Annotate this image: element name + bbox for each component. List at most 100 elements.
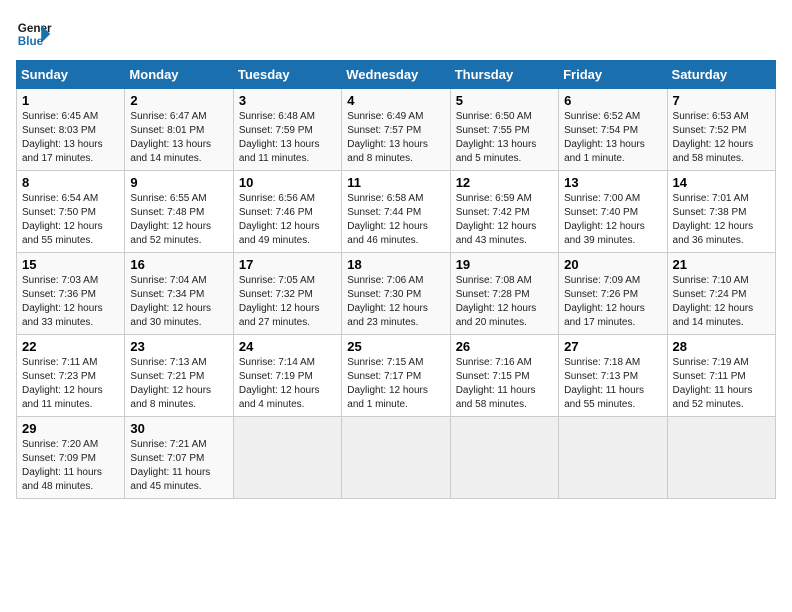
day-info: Sunrise: 7:01 AM Sunset: 7:38 PM Dayligh… (673, 192, 770, 248)
calendar-week-4: 22Sunrise: 7:11 AM Sunset: 7:23 PM Dayli… (17, 335, 776, 417)
calendar-cell: 26 Sunrise: 7:16 AM Sunset: 7:15 PM Dayli… (450, 335, 558, 417)
calendar-week-5: 29 Sunrise: 7:20 AM Sunset: 7:09 PM Dayli… (17, 417, 776, 499)
day-number: 2 (130, 93, 227, 108)
header-friday: Friday (559, 61, 667, 89)
header-monday: Monday (125, 61, 233, 89)
day-number: 23 (130, 339, 227, 354)
header-sunday: Sunday (17, 61, 125, 89)
day-info: Sunrise: 7:20 AM Sunset: 7:09 PM Dayligh… (22, 438, 119, 494)
day-info: Sunrise: 6:56 AM Sunset: 7:46 PM Dayligh… (239, 192, 336, 248)
calendar-cell: 9 Sunrise: 6:55 AM Sunset: 7:48 PM Daylig… (125, 171, 233, 253)
day-info: Sunrise: 6:53 AM Sunset: 7:52 PM Dayligh… (673, 110, 770, 166)
day-number: 29 (22, 421, 119, 436)
calendar-cell: 12Sunrise: 6:59 AM Sunset: 7:42 PM Dayli… (450, 171, 558, 253)
calendar-cell: 20 Sunrise: 7:09 AM Sunset: 7:26 PM Dayli… (559, 253, 667, 335)
calendar-cell: 17Sunrise: 7:05 AM Sunset: 7:32 PM Dayli… (233, 253, 341, 335)
day-number: 8 (22, 175, 119, 190)
calendar-cell: 24 Sunrise: 7:14 AM Sunset: 7:19 PM Dayli… (233, 335, 341, 417)
day-info: Sunrise: 6:49 AM Sunset: 7:57 PM Dayligh… (347, 110, 444, 166)
day-number: 18 (347, 257, 444, 272)
day-info: Sunrise: 6:55 AM Sunset: 7:48 PM Dayligh… (130, 192, 227, 248)
calendar-cell: 15 Sunrise: 7:03 AM Sunset: 7:36 PM Dayli… (17, 253, 125, 335)
calendar-week-3: 15 Sunrise: 7:03 AM Sunset: 7:36 PM Dayli… (17, 253, 776, 335)
day-info: Sunrise: 6:50 AM Sunset: 7:55 PM Dayligh… (456, 110, 553, 166)
day-info: Sunrise: 7:03 AM Sunset: 7:36 PM Dayligh… (22, 274, 119, 330)
logo-icon: General Blue (16, 16, 52, 52)
calendar-cell: 28 Sunrise: 7:19 AM Sunset: 7:11 PM Dayli… (667, 335, 775, 417)
calendar-cell: 7 Sunrise: 6:53 AM Sunset: 7:52 PM Daylig… (667, 89, 775, 171)
header-thursday: Thursday (450, 61, 558, 89)
day-info: Sunrise: 7:06 AM Sunset: 7:30 PM Dayligh… (347, 274, 444, 330)
day-number: 20 (564, 257, 661, 272)
calendar-cell: 19 Sunrise: 7:08 AM Sunset: 7:28 PM Dayli… (450, 253, 558, 335)
header-saturday: Saturday (667, 61, 775, 89)
day-info: Sunrise: 6:47 AM Sunset: 8:01 PM Dayligh… (130, 110, 227, 166)
day-number: 27 (564, 339, 661, 354)
day-number: 15 (22, 257, 119, 272)
day-info: Sunrise: 7:04 AM Sunset: 7:34 PM Dayligh… (130, 274, 227, 330)
day-info: Sunrise: 6:45 AM Sunset: 8:03 PM Dayligh… (22, 110, 119, 166)
calendar-cell: 18 Sunrise: 7:06 AM Sunset: 7:30 PM Dayli… (342, 253, 450, 335)
day-info: Sunrise: 7:08 AM Sunset: 7:28 PM Dayligh… (456, 274, 553, 330)
day-info: Sunrise: 7:18 AM Sunset: 7:13 PM Dayligh… (564, 356, 661, 412)
day-info: Sunrise: 7:14 AM Sunset: 7:19 PM Dayligh… (239, 356, 336, 412)
calendar-cell: 21 Sunrise: 7:10 AM Sunset: 7:24 PM Dayli… (667, 253, 775, 335)
day-number: 30 (130, 421, 227, 436)
day-number: 24 (239, 339, 336, 354)
calendar-cell: 27 Sunrise: 7:18 AM Sunset: 7:13 PM Dayli… (559, 335, 667, 417)
day-number: 1 (22, 93, 119, 108)
calendar-cell: 1 Sunrise: 6:45 AM Sunset: 8:03 PM Daylig… (17, 89, 125, 171)
day-number: 7 (673, 93, 770, 108)
day-info: Sunrise: 6:48 AM Sunset: 7:59 PM Dayligh… (239, 110, 336, 166)
calendar-cell (233, 417, 341, 499)
day-number: 25 (347, 339, 444, 354)
calendar-cell: 14 Sunrise: 7:01 AM Sunset: 7:38 PM Dayli… (667, 171, 775, 253)
day-info: Sunrise: 7:21 AM Sunset: 7:07 PM Dayligh… (130, 438, 227, 494)
day-number: 5 (456, 93, 553, 108)
day-info: Sunrise: 7:19 AM Sunset: 7:11 PM Dayligh… (673, 356, 770, 412)
day-number: 19 (456, 257, 553, 272)
calendar-week-2: 8 Sunrise: 6:54 AM Sunset: 7:50 PM Daylig… (17, 171, 776, 253)
page-header: General Blue (16, 16, 776, 52)
day-number: 12 (456, 175, 553, 190)
calendar-cell: 4Sunrise: 6:49 AM Sunset: 7:57 PM Daylig… (342, 89, 450, 171)
calendar-cell: 10Sunrise: 6:56 AM Sunset: 7:46 PM Dayli… (233, 171, 341, 253)
day-number: 26 (456, 339, 553, 354)
calendar-cell: 8 Sunrise: 6:54 AM Sunset: 7:50 PM Daylig… (17, 171, 125, 253)
day-info: Sunrise: 6:54 AM Sunset: 7:50 PM Dayligh… (22, 192, 119, 248)
day-info: Sunrise: 7:05 AM Sunset: 7:32 PM Dayligh… (239, 274, 336, 330)
day-info: Sunrise: 6:52 AM Sunset: 7:54 PM Dayligh… (564, 110, 661, 166)
day-number: 21 (673, 257, 770, 272)
day-info: Sunrise: 7:15 AM Sunset: 7:17 PM Dayligh… (347, 356, 444, 412)
day-info: Sunrise: 7:00 AM Sunset: 7:40 PM Dayligh… (564, 192, 661, 248)
calendar-cell: 23 Sunrise: 7:13 AM Sunset: 7:21 PM Dayli… (125, 335, 233, 417)
calendar-cell: 25 Sunrise: 7:15 AM Sunset: 7:17 PM Dayli… (342, 335, 450, 417)
calendar-cell (450, 417, 558, 499)
calendar-cell: 22Sunrise: 7:11 AM Sunset: 7:23 PM Dayli… (17, 335, 125, 417)
day-number: 6 (564, 93, 661, 108)
calendar-cell: 3 Sunrise: 6:48 AM Sunset: 7:59 PM Daylig… (233, 89, 341, 171)
day-info: Sunrise: 6:58 AM Sunset: 7:44 PM Dayligh… (347, 192, 444, 248)
day-number: 11 (347, 175, 444, 190)
calendar-cell: 30 Sunrise: 7:21 AM Sunset: 7:07 PM Dayli… (125, 417, 233, 499)
logo: General Blue (16, 16, 52, 52)
day-number: 22 (22, 339, 119, 354)
calendar-cell: 13 Sunrise: 7:00 AM Sunset: 7:40 PM Dayli… (559, 171, 667, 253)
calendar-cell: 6 Sunrise: 6:52 AM Sunset: 7:54 PM Daylig… (559, 89, 667, 171)
svg-text:Blue: Blue (18, 35, 44, 48)
calendar-cell: 11 Sunrise: 6:58 AM Sunset: 7:44 PM Dayli… (342, 171, 450, 253)
day-info: Sunrise: 7:13 AM Sunset: 7:21 PM Dayligh… (130, 356, 227, 412)
day-number: 14 (673, 175, 770, 190)
calendar-cell (667, 417, 775, 499)
day-number: 13 (564, 175, 661, 190)
day-number: 9 (130, 175, 227, 190)
day-number: 28 (673, 339, 770, 354)
calendar-cell: 5 Sunrise: 6:50 AM Sunset: 7:55 PM Daylig… (450, 89, 558, 171)
day-info: Sunrise: 7:10 AM Sunset: 7:24 PM Dayligh… (673, 274, 770, 330)
calendar-cell: 2 Sunrise: 6:47 AM Sunset: 8:01 PM Daylig… (125, 89, 233, 171)
day-info: Sunrise: 7:16 AM Sunset: 7:15 PM Dayligh… (456, 356, 553, 412)
calendar-cell (559, 417, 667, 499)
calendar-table: SundayMondayTuesdayWednesdayThursdayFrid… (16, 60, 776, 499)
day-info: Sunrise: 7:09 AM Sunset: 7:26 PM Dayligh… (564, 274, 661, 330)
day-number: 3 (239, 93, 336, 108)
